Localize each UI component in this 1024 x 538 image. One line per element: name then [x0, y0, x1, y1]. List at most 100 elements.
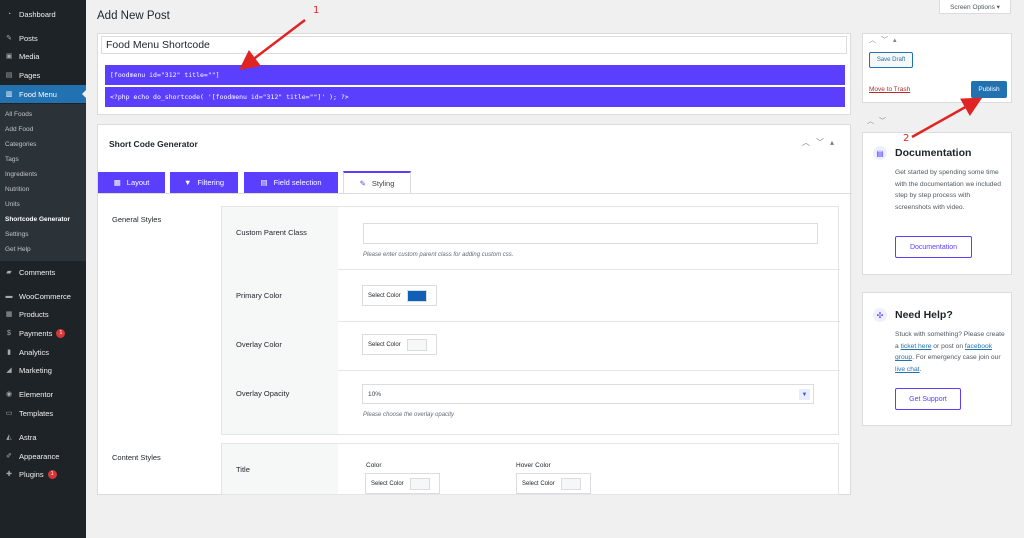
page-title: Add New Post [97, 10, 170, 22]
submenu-settings[interactable]: Settings [5, 231, 29, 238]
sidebar-item-astra[interactable]: ◭ Astra [0, 428, 86, 446]
title-hover-color-label: Hover Color [516, 462, 551, 469]
move-to-trash-link[interactable]: Move to Trash [869, 86, 910, 93]
shortcode-bar[interactable]: [foodmenu id="312" title=""] [105, 65, 845, 85]
sidebar-item-dashboard[interactable]: ◔ Dashboard [0, 5, 86, 23]
products-icon: ▦ [5, 311, 13, 318]
plugins-badge: 1 [47, 469, 57, 479]
overlay-opacity-label: Overlay Opacity [236, 389, 290, 398]
overlay-color-swatch [406, 338, 427, 351]
documentation-button[interactable]: Documentation [895, 236, 972, 258]
annotation-number-2: 2 [903, 133, 910, 144]
sidebar-item-pages[interactable]: ▤ Pages [0, 66, 86, 84]
overlay-color-label: Overlay Color [236, 340, 282, 349]
title-color-picker[interactable]: Select Color [365, 473, 440, 494]
submenu-categories[interactable]: Categories [5, 141, 36, 148]
shortcode-generator-panel: Short Code Generator ︿﹀▴ ▦ Layout ▼ Filter… [97, 124, 852, 495]
pin-icon: ✎ [6, 35, 12, 42]
title-color-label: Color [366, 462, 382, 469]
documentation-text: Get started by spending some time with t… [895, 169, 1001, 211]
pages-icon: ▤ [5, 72, 13, 79]
submenu-nutrition[interactable]: Nutrition [5, 186, 29, 193]
sidebar-item-elementor[interactable]: ◉ Elementor [0, 385, 86, 403]
filter-icon: ▼ [183, 178, 192, 187]
need-help-card: ✣ Need Help? Stuck with something? Pleas… [862, 292, 1012, 426]
publish-box-controls[interactable]: ︿﹀▴ [869, 35, 902, 45]
title-style-label: Title [236, 465, 250, 474]
screen-options-button[interactable]: Screen Options ▾ [939, 0, 1011, 14]
analytics-icon: ▮ [7, 349, 11, 356]
sidebar-box-controls[interactable]: ︿﹀ [867, 116, 891, 126]
overlay-opacity-hint: Please choose the overlay opacity [363, 412, 455, 418]
submenu-shortcode-generator[interactable]: Shortcode Generator [5, 216, 70, 223]
sidebar-item-media[interactable]: ▣ Media [0, 47, 86, 65]
sidebar-item-appearance[interactable]: ✐ Appearance [0, 447, 86, 465]
tab-filtering[interactable]: ▼ Filtering [170, 172, 238, 193]
chevron-down-icon: ▼ [799, 389, 810, 400]
sidebar-item-posts[interactable]: ✎ Posts [0, 29, 86, 47]
sidebar-item-payments[interactable]: $ Payments 1 [0, 324, 86, 342]
payments-badge: 1 [56, 328, 66, 338]
custom-parent-class-hint: Please enter custom parent class for add… [363, 252, 514, 258]
title-hover-color-picker[interactable]: Select Color [516, 473, 591, 494]
collapse-icon[interactable]: ▴ [830, 138, 840, 147]
sidebar-item-comments[interactable]: ▰ Comments [0, 263, 86, 281]
need-help-text: Stuck with something? Please create a ti… [895, 331, 1005, 373]
dashboard-icon: ◔ [6, 10, 12, 18]
panel-controls[interactable]: ︿﹀▴ [802, 137, 840, 148]
sidebar-item-woocommerce[interactable]: ▬ WooCommerce [0, 287, 86, 305]
publish-button[interactable]: Publish [971, 81, 1007, 98]
submenu-ingredients[interactable]: Ingredients [5, 171, 37, 178]
tab-layout[interactable]: ▦ Layout [98, 172, 165, 193]
overlay-color-picker[interactable]: Select Color [362, 334, 437, 355]
custom-parent-class-label: Custom Parent Class [236, 228, 307, 237]
media-icon: ▣ [5, 53, 13, 60]
sidebar-item-products[interactable]: ▦ Products [0, 305, 86, 323]
post-title-input[interactable]: Food Menu Shortcode [101, 36, 847, 54]
tab-styling[interactable]: ✎ Styling [343, 171, 411, 194]
chevron-down-icon[interactable]: ﹀ [816, 138, 830, 147]
documentation-title: Documentation [895, 147, 972, 159]
brush-icon: ✎ [359, 179, 366, 188]
submenu-all-foods[interactable]: All Foods [5, 111, 32, 118]
admin-sidebar: ◔ Dashboard ✎ Posts ▣ Media ▤ Pages ▥ Food Me… [0, 0, 86, 538]
save-draft-button[interactable]: Save Draft [869, 52, 913, 68]
plugins-icon: ✚ [6, 471, 12, 478]
title-hover-color-swatch [560, 477, 581, 490]
submenu-tags[interactable]: Tags [5, 156, 19, 163]
sidebar-item-marketing[interactable]: ◢ Marketing [0, 361, 86, 379]
generator-title: Short Code Generator [109, 139, 198, 149]
get-support-button[interactable]: Get Support [895, 388, 961, 410]
title-color-swatch [409, 477, 430, 490]
custom-parent-class-input[interactable] [363, 223, 818, 244]
overlay-opacity-select[interactable]: 10% ▼ [362, 384, 814, 404]
ticket-link[interactable]: ticket here [901, 343, 932, 350]
primary-color-swatch [406, 289, 427, 302]
sidebar-item-plugins[interactable]: ✚ Plugins 1 [0, 465, 86, 483]
primary-color-picker[interactable]: Select Color [362, 285, 437, 306]
submenu-units[interactable]: Units [5, 201, 20, 208]
payments-icon: $ [7, 329, 11, 337]
sidebar-item-analytics[interactable]: ▮ Analytics [0, 343, 86, 361]
general-styles-group: Custom Parent Class Please enter custom … [221, 206, 840, 435]
tab-field-selection[interactable]: ▤ Field selection [244, 172, 338, 193]
submenu-add-food[interactable]: Add Food [5, 126, 33, 133]
primary-color-label: Primary Color [236, 291, 282, 300]
general-styles-label: General Styles [112, 215, 162, 224]
sidebar-item-templates[interactable]: ▭ Templates [0, 404, 86, 422]
submenu-get-help[interactable]: Get Help [5, 246, 31, 253]
support-icon: ✣ [873, 308, 887, 322]
live-chat-link[interactable]: live chat [895, 366, 920, 373]
elementor-icon: ◉ [5, 391, 13, 398]
table-icon: ▤ [260, 178, 268, 187]
appearance-icon: ✐ [6, 453, 12, 460]
food-menu-submenu: All Foods Add Food Categories Tags Ingre… [0, 104, 86, 261]
content-styles-group: Title Color Select Color Hover Color Sel… [221, 443, 839, 495]
php-code-bar[interactable]: <?php echo do_shortcode( '[foodmenu id="… [105, 87, 845, 107]
chevron-up-icon[interactable]: ︿ [802, 138, 816, 147]
marketing-icon: ◢ [6, 367, 12, 374]
sidebar-item-food-menu[interactable]: ▥ Food Menu [0, 85, 86, 103]
annotation-number-1: 1 [313, 5, 320, 16]
publish-box: ︿﹀▴ Save Draft Move to Trash Publish [862, 33, 1012, 103]
food-menu-icon: ▥ [5, 91, 13, 98]
